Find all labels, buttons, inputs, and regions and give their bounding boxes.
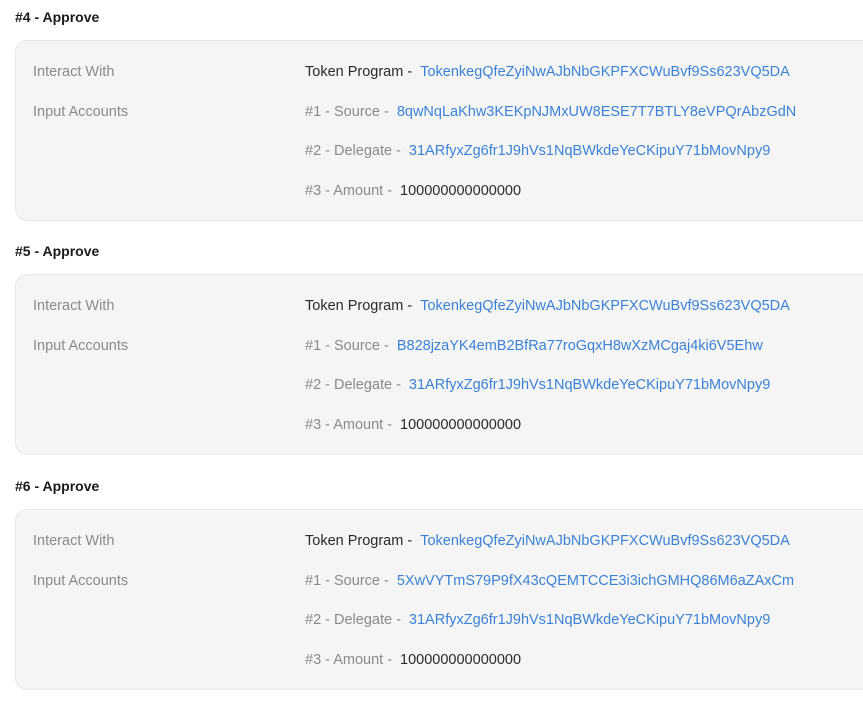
amount-row: #3 - Amount - 100000000000000 xyxy=(305,650,521,670)
program-address-link[interactable]: TokenkegQfeZyiNwAJbNbGKPFXCWuBvf9Ss623VQ… xyxy=(420,298,790,314)
source-address-link[interactable]: 8qwNqLaKhw3KEKpNJMxUW8ESE7T7BTLY8eVPQrAb… xyxy=(397,104,796,120)
source-row: #1 - Source - 8qwNqLaKhw3KEKpNJMxUW8ESE7T… xyxy=(305,102,796,122)
delegate-row: #2 - Delegate - 31ARfyxZg6fr1J9hVs1NqBWkd… xyxy=(305,141,770,161)
program-prefix: Token Program - xyxy=(305,533,413,549)
amount-prefix: #3 - Amount - xyxy=(305,417,393,433)
program-row: Token Program - TokenkegQfeZyiNwAJbNbGKPF… xyxy=(305,62,790,82)
program-row: Token Program - TokenkegQfeZyiNwAJbNbGKPF… xyxy=(305,296,790,316)
amount-row: #3 - Amount - 100000000000000 xyxy=(305,415,521,435)
interact-with-label: Interact With xyxy=(33,64,115,80)
instruction-card: Interact With Input Accounts Token Progr… xyxy=(15,274,863,455)
delegate-address-link[interactable]: 31ARfyxZg6fr1J9hVs1NqBWkdeYeCKipuY71bMov… xyxy=(409,143,770,159)
instruction-title: #5 - Approve xyxy=(15,243,100,259)
interact-with-label: Interact With xyxy=(33,298,115,314)
instruction-card: Interact With Input Accounts Token Progr… xyxy=(15,509,863,690)
source-prefix: #1 - Source - xyxy=(305,573,389,589)
source-address-link[interactable]: 5XwVYTmS79P9fX43cQEMTCCE3i3ichGMHQ86M6aZ… xyxy=(397,573,794,589)
input-accounts-label: Input Accounts xyxy=(33,338,129,354)
source-prefix: #1 - Source - xyxy=(305,104,389,120)
program-prefix: Token Program - xyxy=(305,64,413,80)
instruction-title: #6 - Approve xyxy=(15,478,100,494)
program-row: Token Program - TokenkegQfeZyiNwAJbNbGKPF… xyxy=(305,531,790,551)
delegate-prefix: #2 - Delegate - xyxy=(305,377,401,393)
delegate-address-link[interactable]: 31ARfyxZg6fr1J9hVs1NqBWkdeYeCKipuY71bMov… xyxy=(409,612,770,628)
amount-prefix: #3 - Amount - xyxy=(305,183,393,199)
amount-value: 100000000000000 xyxy=(400,417,522,433)
input-accounts-label: Input Accounts xyxy=(33,573,129,589)
source-address-link[interactable]: B828jzaYK4emB2BfRa77roGqxH8wXzMCgaj4ki6V… xyxy=(397,338,763,354)
source-row: #1 - Source - 5XwVYTmS79P9fX43cQEMTCCE3i3… xyxy=(305,571,794,591)
source-prefix: #1 - Source - xyxy=(305,338,389,354)
amount-prefix: #3 - Amount - xyxy=(305,652,393,668)
instruction-title: #4 - Approve xyxy=(15,9,100,25)
amount-value: 100000000000000 xyxy=(400,652,522,668)
program-address-link[interactable]: TokenkegQfeZyiNwAJbNbGKPFXCWuBvf9Ss623VQ… xyxy=(420,64,790,80)
interact-with-label: Interact With xyxy=(33,533,115,549)
delegate-prefix: #2 - Delegate - xyxy=(305,612,401,628)
amount-row: #3 - Amount - 100000000000000 xyxy=(305,181,521,201)
program-address-link[interactable]: TokenkegQfeZyiNwAJbNbGKPFXCWuBvf9Ss623VQ… xyxy=(420,533,790,549)
delegate-prefix: #2 - Delegate - xyxy=(305,143,401,159)
input-accounts-label: Input Accounts xyxy=(33,104,129,120)
source-row: #1 - Source - B828jzaYK4emB2BfRa77roGqxH8… xyxy=(305,336,763,356)
delegate-row: #2 - Delegate - 31ARfyxZg6fr1J9hVs1NqBWkd… xyxy=(305,375,770,395)
program-prefix: Token Program - xyxy=(305,298,413,314)
delegate-row: #2 - Delegate - 31ARfyxZg6fr1J9hVs1NqBWkd… xyxy=(305,610,770,630)
instruction-card: Interact With Input Accounts Token Progr… xyxy=(15,40,863,221)
amount-value: 100000000000000 xyxy=(400,183,522,199)
delegate-address-link[interactable]: 31ARfyxZg6fr1J9hVs1NqBWkdeYeCKipuY71bMov… xyxy=(409,377,770,393)
